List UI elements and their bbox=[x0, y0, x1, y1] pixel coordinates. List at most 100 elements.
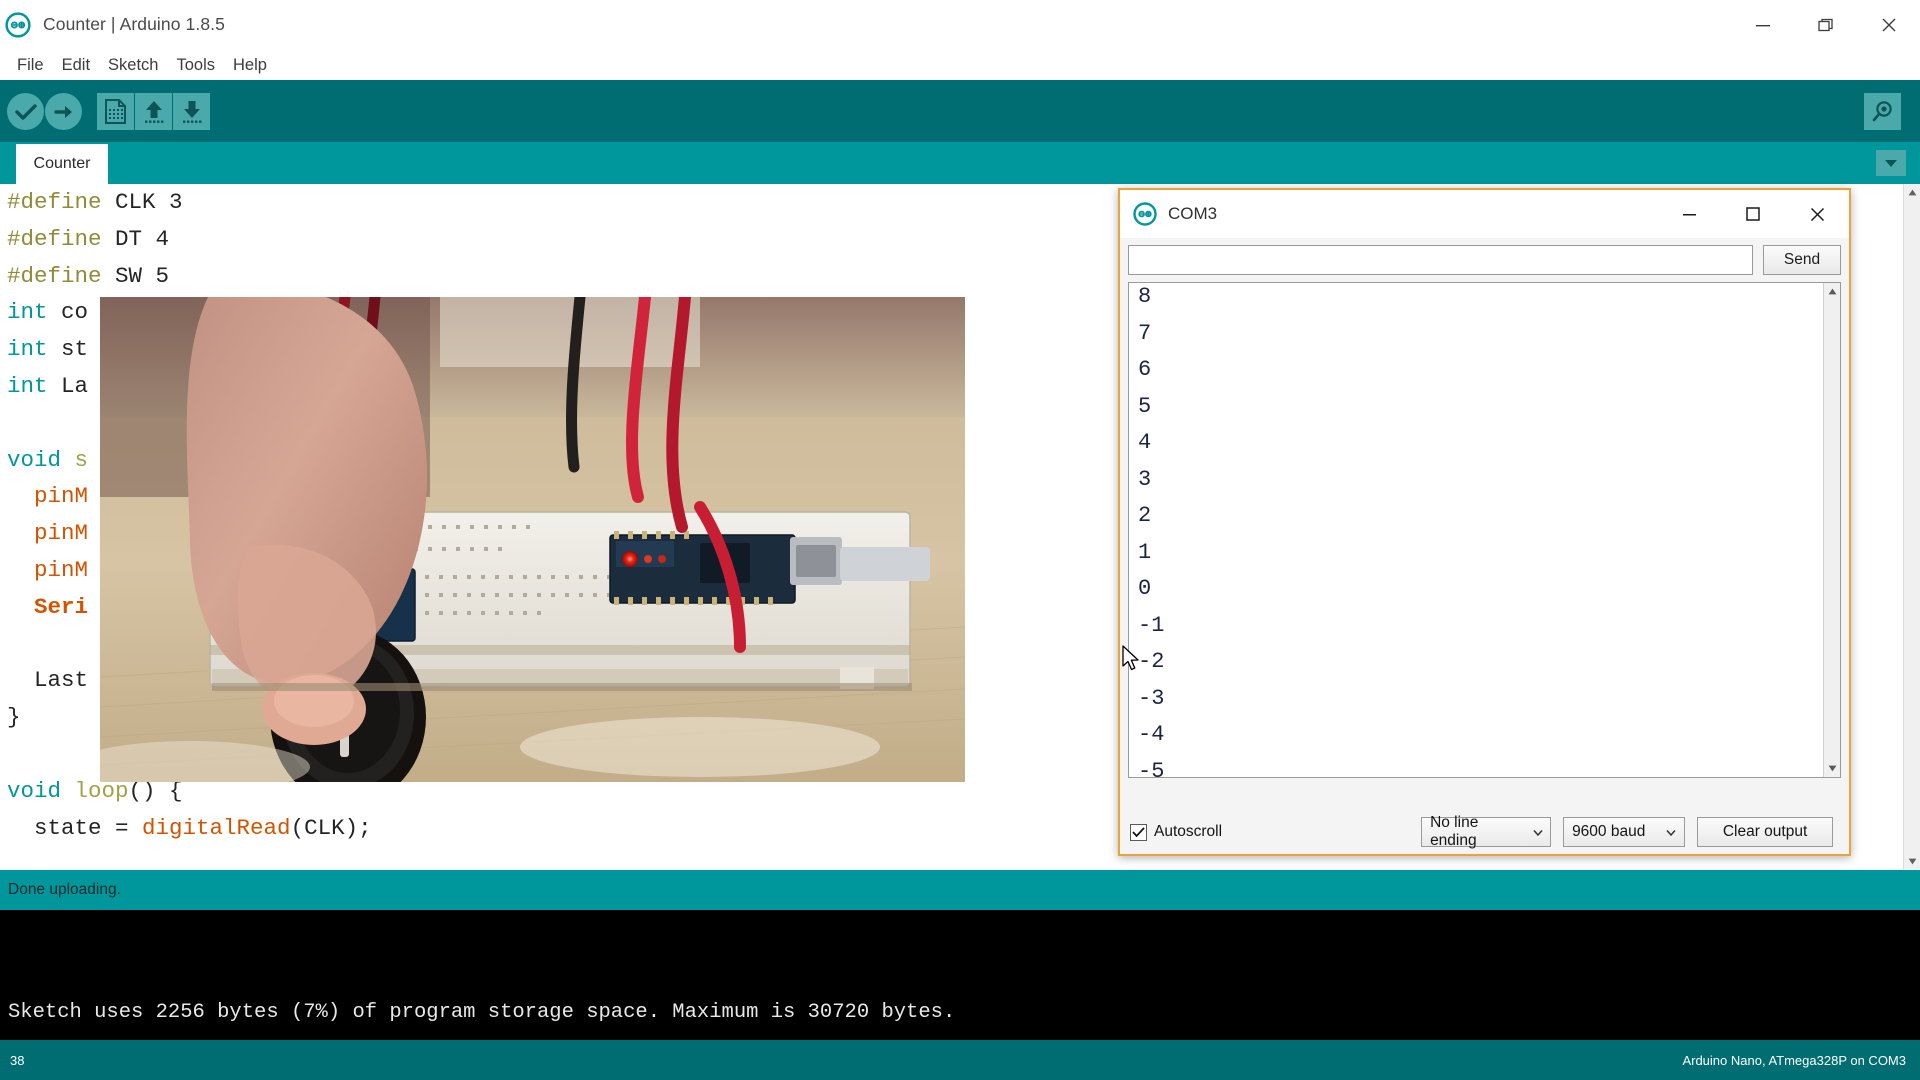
tab-strip: Counter bbox=[0, 142, 1920, 184]
arduino-logo-icon bbox=[5, 11, 31, 38]
menu-item-edit[interactable]: Edit bbox=[53, 52, 99, 78]
serial-output-line: 8 bbox=[1138, 284, 1152, 309]
tab-counter[interactable]: Counter bbox=[16, 144, 108, 184]
close-icon bbox=[1882, 18, 1895, 31]
code-token: st bbox=[47, 336, 89, 363]
serial-monitor-button[interactable] bbox=[1864, 93, 1901, 130]
serial-maximize-button[interactable] bbox=[1721, 190, 1785, 238]
code-token: pinM bbox=[7, 520, 89, 547]
arduino-logo-icon bbox=[1133, 202, 1157, 226]
menu-item-sketch[interactable]: Sketch bbox=[99, 52, 167, 78]
checkmark-icon bbox=[1132, 826, 1145, 837]
code-token: int bbox=[7, 299, 48, 326]
code-token: co bbox=[47, 299, 89, 326]
scroll-down-button[interactable] bbox=[1904, 853, 1920, 870]
serial-output-scrollbar[interactable] bbox=[1823, 283, 1840, 777]
code-token: void bbox=[7, 777, 62, 804]
code-line: #define SW 5 bbox=[7, 258, 372, 295]
code-token: int bbox=[7, 372, 48, 399]
serial-output-line: 6 bbox=[1138, 357, 1152, 382]
baud-rate-value: 9600 baud bbox=[1572, 823, 1646, 840]
code-token: pinM bbox=[7, 556, 89, 583]
serial-minimize-button[interactable] bbox=[1657, 190, 1721, 238]
up-arrow-icon bbox=[144, 100, 163, 123]
line-ending-select[interactable]: No line ending bbox=[1421, 814, 1552, 849]
serial-output-line: -5 bbox=[1138, 758, 1165, 778]
code-token: SW 5 bbox=[101, 262, 170, 289]
serial-output-line: 2 bbox=[1138, 503, 1152, 528]
code-token: #define bbox=[7, 189, 102, 215]
serial-monitor-window: COM3 Send 8 7 6 5 4 3 2 1 0 -1 -2 -3 -4 … bbox=[1118, 188, 1851, 856]
minimize-button[interactable] bbox=[1731, 0, 1794, 50]
code-token: } bbox=[7, 704, 21, 731]
code-token: CLK 3 bbox=[101, 189, 183, 215]
down-arrow-icon bbox=[182, 100, 201, 123]
menu-item-file[interactable]: File bbox=[8, 52, 53, 78]
serial-output-text: 8 7 6 5 4 3 2 1 0 -1 -2 -3 -4 -5 bbox=[1138, 283, 1165, 778]
status-message-bar: Done uploading. bbox=[0, 870, 1920, 910]
right-arrow-icon bbox=[53, 105, 72, 118]
code-token: (CLK); bbox=[290, 814, 372, 841]
serial-close-button[interactable] bbox=[1785, 190, 1849, 238]
open-button[interactable] bbox=[135, 93, 172, 130]
line-number-indicator: 38 bbox=[10, 1052, 25, 1068]
code-token: #define bbox=[7, 225, 102, 252]
code-token: digitalRead bbox=[142, 814, 291, 841]
code-token: pinM bbox=[7, 483, 89, 510]
serial-output-line: 1 bbox=[1138, 539, 1152, 565]
serial-output-line: 3 bbox=[1138, 466, 1152, 492]
restore-button[interactable] bbox=[1794, 0, 1857, 50]
serial-monitor-window-controls bbox=[1657, 190, 1849, 238]
chevron-down-icon bbox=[1525, 829, 1550, 836]
serial-scroll-up-button[interactable] bbox=[1824, 283, 1840, 300]
serial-monitor-title-bar: COM3 bbox=[1120, 190, 1849, 238]
bottom-status-bar: 38 Arduino Nano, ATmega328P on COM3 bbox=[0, 1040, 1920, 1080]
new-file-icon bbox=[105, 99, 126, 124]
upload-button[interactable] bbox=[45, 93, 82, 130]
serial-output-area[interactable]: 8 7 6 5 4 3 2 1 0 -1 -2 -3 -4 -5 bbox=[1128, 282, 1841, 778]
verify-button[interactable] bbox=[7, 93, 44, 130]
code-token: La bbox=[47, 372, 89, 399]
baud-rate-select[interactable]: 9600 baud bbox=[1563, 817, 1686, 847]
menu-item-help[interactable]: Help bbox=[224, 52, 276, 78]
tab-menu-button[interactable] bbox=[1876, 150, 1906, 176]
main-toolbar bbox=[0, 80, 1920, 142]
title-bar: Counter | Arduino 1.8.5 bbox=[0, 0, 1920, 50]
status-message: Done uploading. bbox=[8, 881, 121, 898]
line-ending-value: No line ending bbox=[1430, 814, 1479, 849]
serial-output-line: 4 bbox=[1138, 430, 1152, 455]
autoscroll-checkbox[interactable] bbox=[1130, 823, 1147, 841]
serial-output-line: 5 bbox=[1138, 393, 1152, 419]
scroll-up-icon bbox=[1828, 288, 1837, 295]
save-button[interactable] bbox=[173, 93, 210, 130]
send-button[interactable]: Send bbox=[1763, 245, 1841, 275]
code-token: DT 4 bbox=[101, 225, 170, 252]
menu-item-tools[interactable]: Tools bbox=[167, 52, 224, 78]
scroll-up-button[interactable] bbox=[1904, 184, 1920, 201]
serial-send-input[interactable] bbox=[1128, 245, 1753, 275]
board-info: Arduino Nano, ATmega328P on COM3 bbox=[1682, 1052, 1906, 1068]
minimize-icon bbox=[1682, 214, 1696, 216]
serial-output-line: 7 bbox=[1138, 320, 1152, 346]
new-button[interactable] bbox=[97, 93, 134, 130]
window-controls bbox=[1731, 0, 1920, 50]
serial-output-line: 0 bbox=[1138, 576, 1152, 601]
serial-scroll-down-button[interactable] bbox=[1824, 760, 1840, 777]
restore-icon bbox=[1817, 18, 1833, 31]
code-token: void bbox=[7, 446, 62, 473]
close-button[interactable] bbox=[1857, 0, 1920, 50]
checkmark-icon bbox=[14, 103, 37, 120]
rotary-encoder-breadboard-photo: Keyes bbox=[100, 297, 965, 782]
scroll-down-icon bbox=[1908, 858, 1917, 865]
maximize-icon bbox=[1746, 207, 1760, 221]
serial-output-line: -3 bbox=[1138, 685, 1165, 711]
code-line: state = digitalRead(CLK); bbox=[7, 810, 372, 847]
clear-output-button[interactable]: Clear output bbox=[1697, 817, 1834, 847]
close-icon bbox=[1810, 207, 1824, 221]
minimize-icon bbox=[1755, 24, 1770, 26]
serial-output-line: -1 bbox=[1138, 612, 1165, 638]
editor-scrollbar[interactable] bbox=[1903, 184, 1920, 870]
photo-content: Keyes bbox=[100, 297, 965, 782]
autoscroll-label: Autoscroll bbox=[1154, 823, 1223, 840]
